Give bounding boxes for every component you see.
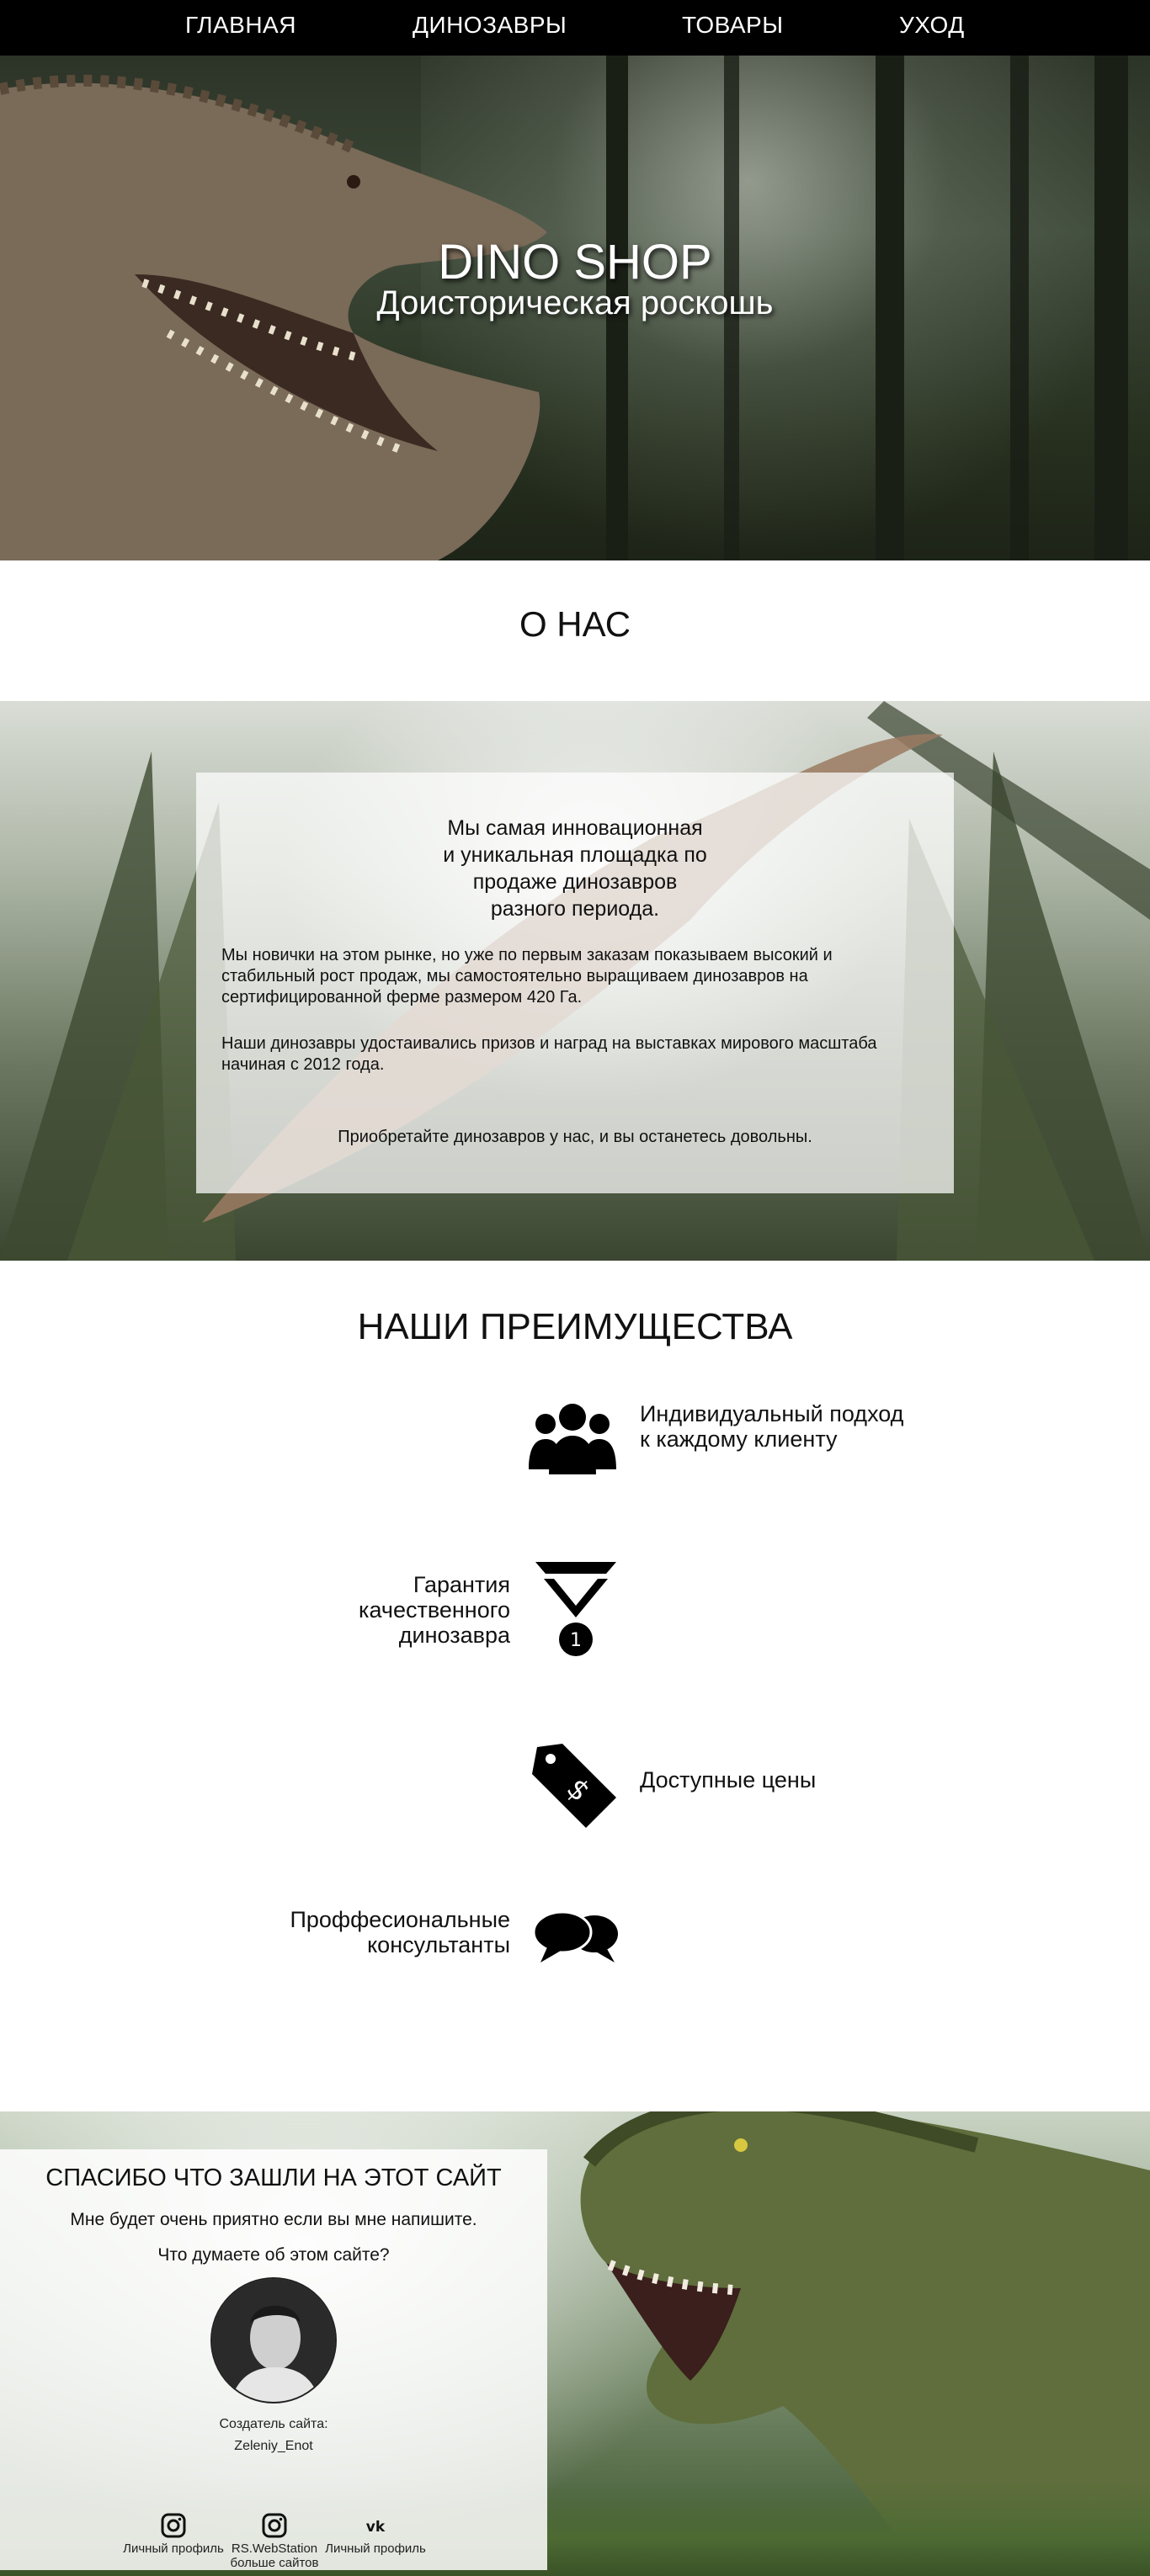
- about-card: Мы самая инновационная и уникальная площ…: [196, 773, 954, 1193]
- advantage-text: Индивидуальный подход к каждому клиенту: [640, 1401, 904, 1452]
- price-tag-icon: $: [532, 1744, 616, 1828]
- top-navigation: ГЛАВНАЯ ДИНОЗАВРЫ ТОВАРЫ УХОД: [0, 0, 1150, 56]
- hero-subtitle: Доисторическая роскошь: [376, 284, 774, 321]
- about-paragraph: Мы новички на этом рынке, но уже по перв…: [221, 946, 833, 1006]
- instagram-icon: [262, 2513, 287, 2538]
- creator-photo: [212, 2279, 335, 2402]
- chat-bubbles-icon: [532, 1910, 618, 1963]
- social-label: Личный профиль: [123, 2541, 224, 2556]
- social-link-vk[interactable]: vk Личный профиль: [325, 2513, 426, 2556]
- vk-icon: vk: [366, 2519, 386, 2536]
- social-link-instagram-2[interactable]: RS.WebStation больше сайтов: [224, 2513, 325, 2570]
- advantage-text: Проффесиональные консультанты: [290, 1907, 510, 1957]
- nav-item-home[interactable]: ГЛАВНАЯ: [185, 12, 296, 39]
- creator-name[interactable]: Zeleniy_Enot: [0, 2439, 547, 2454]
- footer-title: СПАСИБО ЧТО ЗАШЛИ НА ЭТОТ САЙТ: [45, 2164, 502, 2191]
- social-label: Личный профиль: [325, 2541, 426, 2556]
- hero-title: DINO SHOP: [438, 235, 712, 289]
- social-label: RS.WebStation больше сайтов: [230, 2541, 319, 2570]
- users-icon: [529, 1404, 616, 1474]
- footer-line: Что думаете об этом сайте?: [157, 2245, 390, 2265]
- advantage-text: Доступные цены: [640, 1767, 817, 1793]
- footer-section: СПАСИБО ЧТО ЗАШЛИ НА ЭТОТ САЙТ Мне будет…: [0, 2111, 1150, 2576]
- advantage-text: Гарантия качественного динозавра: [359, 1572, 510, 1648]
- about-section: Мы самая инновационная и уникальная площ…: [0, 701, 1150, 1261]
- svg-text:vk: vk: [366, 2519, 386, 2536]
- avatar: [210, 2277, 337, 2403]
- hero-section: DINO SHOP Доисторическая роскошь: [0, 56, 1150, 560]
- nav-item-care[interactable]: УХОД: [899, 12, 965, 39]
- svg-text:1: 1: [570, 1630, 582, 1651]
- nav-item-dinosaurs[interactable]: ДИНОЗАВРЫ: [413, 12, 567, 39]
- advantages-title: НАШИ ПРЕИМУЩЕСТВА: [357, 1306, 793, 1347]
- about-footer-text: Приобретайте динозавров у нас, и вы оста…: [338, 1128, 812, 1146]
- footer-line: Мне будет очень приятно если вы мне напи…: [70, 2210, 477, 2229]
- about-lead-text: Мы самая инновационная и уникальная площ…: [443, 816, 707, 921]
- about-paragraph: Наши динозавры удостаивались призов и на…: [221, 1034, 877, 1074]
- instagram-icon: [161, 2513, 186, 2538]
- medal-icon: 1: [535, 1562, 616, 1656]
- nav-item-products[interactable]: ТОВАРЫ: [682, 12, 784, 39]
- creator-label: Создатель сайта:: [219, 2417, 328, 2431]
- social-link-instagram-1[interactable]: Личный профиль: [123, 2513, 224, 2556]
- footer-card: СПАСИБО ЧТО ЗАШЛИ НА ЭТОТ САЙТ Мне будет…: [0, 2149, 547, 2570]
- about-title: О НАС: [519, 604, 631, 644]
